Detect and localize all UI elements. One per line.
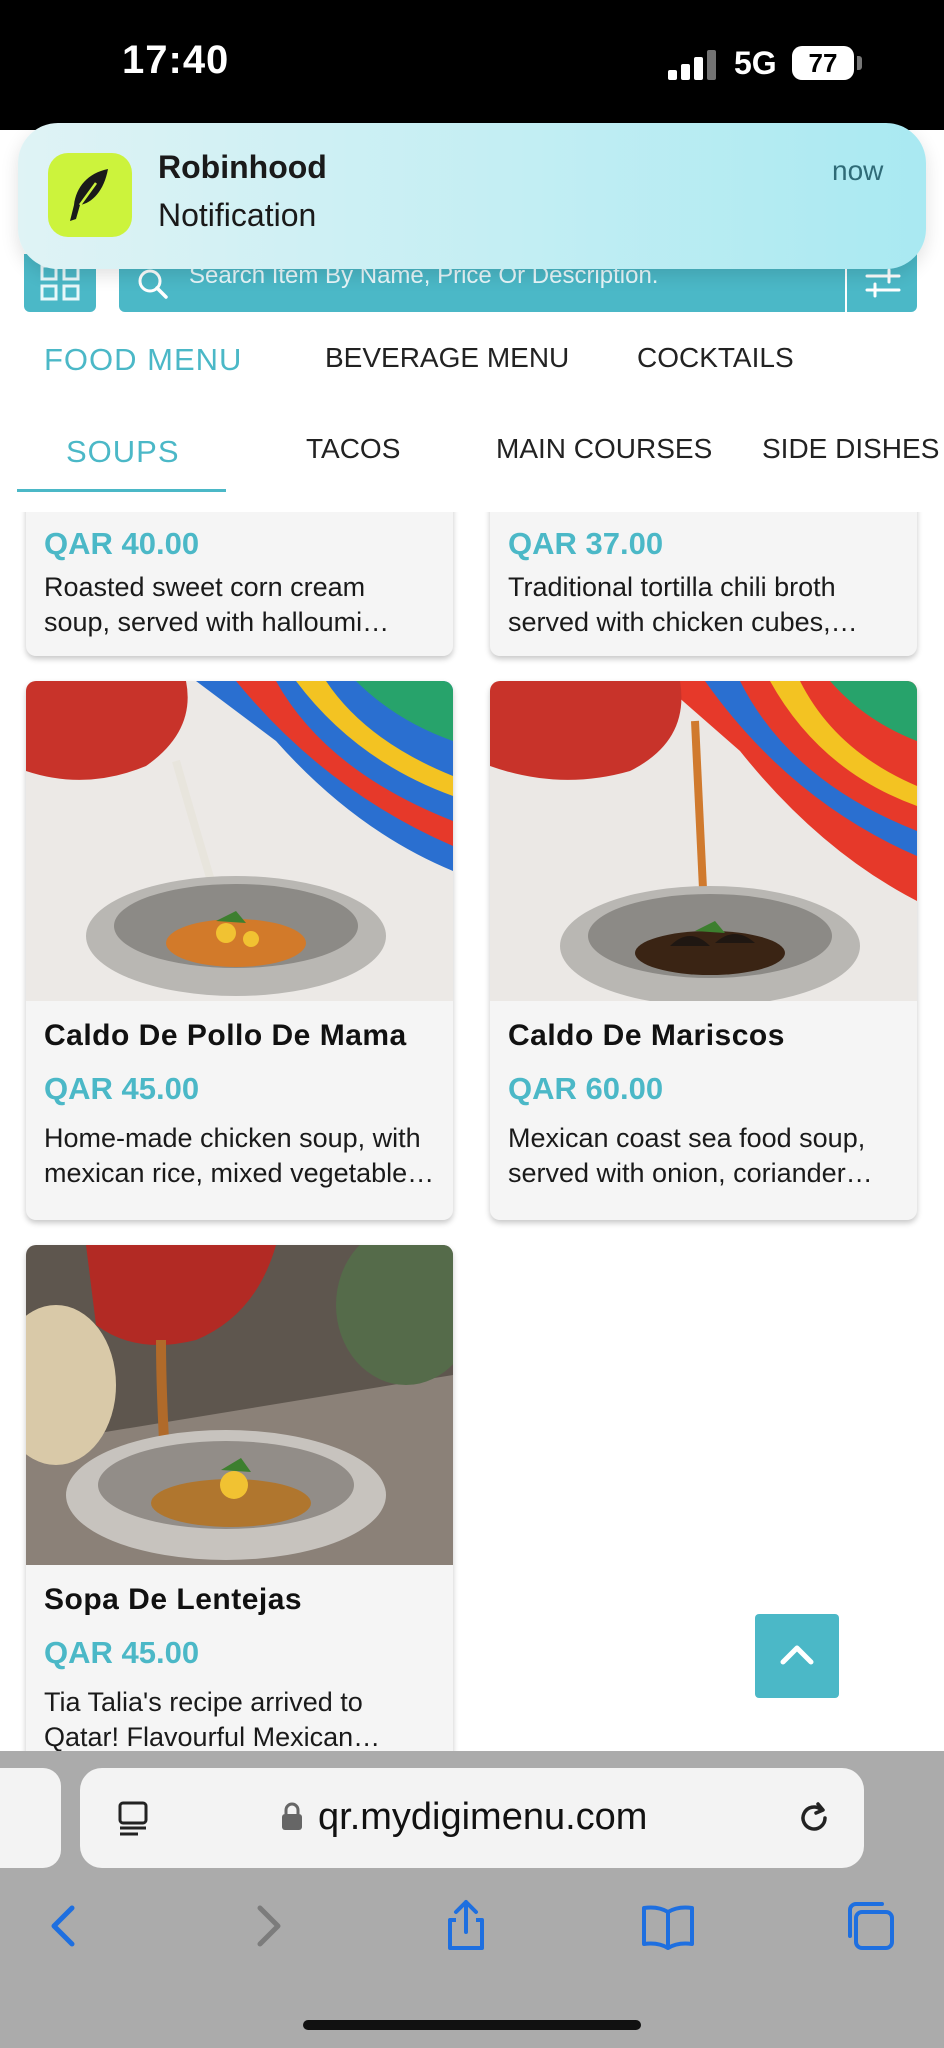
menu-item-card[interactable]: Caldo De Mariscos QAR 60.00 Mexican coas… [490, 681, 917, 1220]
battery-level: 77 [808, 48, 838, 78]
back-icon[interactable] [36, 1898, 92, 1954]
item-price: QAR 45.00 [44, 1071, 200, 1106]
item-description: Traditional tortilla chili broth served w… [508, 572, 858, 637]
tabs-icon[interactable] [842, 1898, 898, 1954]
forward-icon[interactable] [240, 1898, 296, 1954]
category-tab-side-dishes[interactable]: SIDE DISHES [762, 433, 944, 465]
status-time: 17:40 [122, 38, 230, 82]
item-description: Home-made chicken soup, with mexican rice… [44, 1123, 435, 1188]
chevron-up-icon [780, 1645, 814, 1665]
signal-icon [668, 50, 716, 80]
share-icon[interactable] [438, 1898, 494, 1954]
status-bar: 17:40 5G 77 [0, 0, 944, 130]
item-name: Sopa De Lentejas [44, 1583, 303, 1616]
reader-icon[interactable] [114, 1798, 154, 1838]
active-tab-underline [17, 489, 226, 492]
feather-icon [70, 169, 108, 221]
item-price: QAR 45.00 [44, 1635, 200, 1670]
home-indicator [303, 2020, 641, 2030]
search-icon [138, 269, 168, 299]
item-photo [26, 681, 453, 1001]
item-description: Mexican coast sea food soup, served with … [508, 1123, 873, 1188]
menu-item-card[interactable]: Sopa De Lentejas QAR 45.00 Tia Talia's r… [26, 1245, 453, 1752]
notification-time: now [832, 155, 884, 186]
network-label: 5G [734, 45, 777, 81]
item-price: QAR 40.00 [44, 526, 200, 561]
menu-item-card[interactable]: QAR 40.00 Roasted sweet corn cream soup, … [26, 512, 453, 656]
battery-icon: 77 [792, 46, 854, 80]
tab-food-menu[interactable]: FOOD MENU [44, 342, 242, 378]
previous-tab-peek[interactable] [0, 1768, 61, 1868]
bookmarks-icon[interactable] [640, 1898, 696, 1954]
menu-item-card[interactable]: Caldo De Pollo De Mama QAR 45.00 Home-ma… [26, 681, 453, 1220]
scroll-to-top-button[interactable] [755, 1614, 839, 1698]
category-tab-tacos[interactable]: TACOS [306, 433, 400, 465]
item-photo [490, 681, 917, 1001]
tab-beverage-menu[interactable]: BEVERAGE MENU [325, 342, 569, 374]
reload-icon[interactable] [794, 1798, 834, 1838]
notification-body: Notification [158, 197, 317, 233]
item-name: Caldo De Pollo De Mama [44, 1019, 407, 1052]
menu-item-grid: QAR 40.00 Roasted sweet corn cream soup, … [0, 512, 944, 1752]
notification-app-name: Robinhood [158, 149, 327, 185]
menu-item-card[interactable]: QAR 37.00 Traditional tortilla chili bro… [490, 512, 917, 656]
item-name: Caldo De Mariscos [508, 1019, 785, 1052]
address-bar[interactable]: qr.mydigimenu.com [80, 1768, 864, 1868]
tab-cocktails[interactable]: COCKTAILS [637, 342, 794, 374]
item-description: Tia Talia's recipe arrived to Qatar! Flav… [44, 1687, 381, 1752]
battery-nub [857, 56, 862, 70]
robinhood-app-icon [48, 153, 132, 237]
item-photo [26, 1245, 453, 1565]
lock-icon [282, 1802, 302, 1830]
item-price: QAR 37.00 [508, 526, 664, 561]
category-tab-soups[interactable]: SOUPS [66, 434, 180, 470]
url-text[interactable]: qr.mydigimenu.com [318, 1796, 647, 1839]
push-notification[interactable]: Robinhood Notification now [18, 123, 926, 269]
item-price: QAR 60.00 [508, 1071, 664, 1106]
category-tab-main-courses[interactable]: MAIN COURSES [496, 433, 712, 465]
item-description: Roasted sweet corn cream soup, served wit… [44, 572, 390, 637]
